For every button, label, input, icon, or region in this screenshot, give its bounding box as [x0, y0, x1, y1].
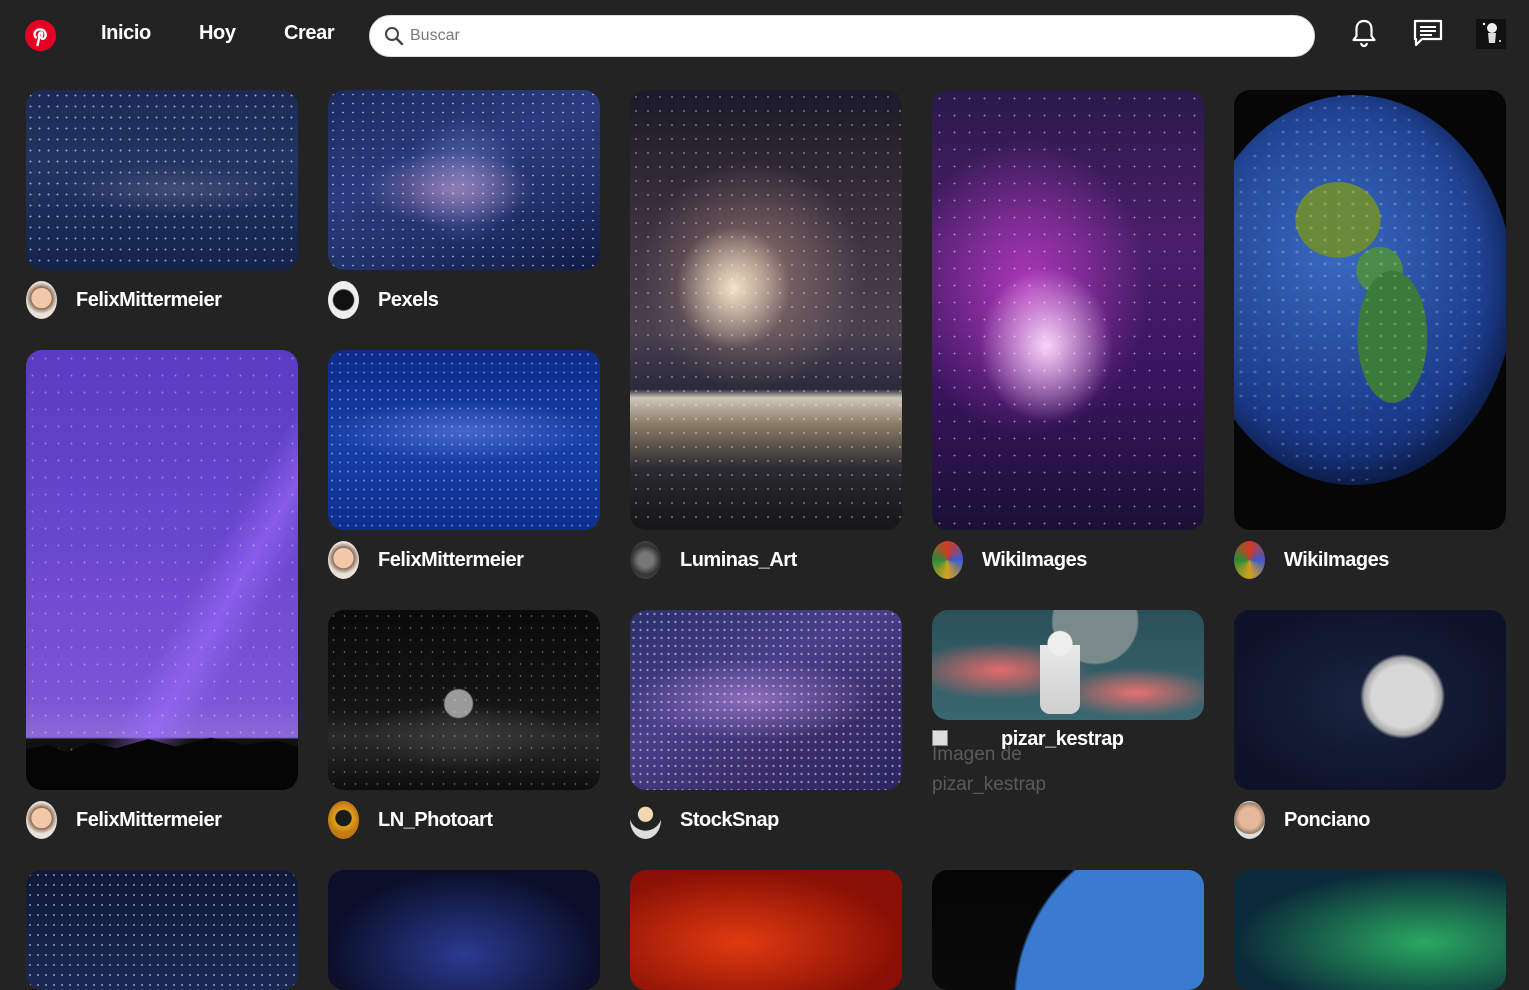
pin-card[interactable]: Imagen de pizar_kestrap pizar_kestrap	[932, 610, 1204, 795]
pin-image-milky-way[interactable]	[328, 90, 600, 270]
pin-author[interactable]: pizar_kestrap	[1001, 728, 1124, 751]
pin-author[interactable]: WikiImages	[1284, 549, 1389, 572]
user-avatar-luminas-art[interactable]	[630, 541, 661, 579]
pin-card[interactable]: FelixMittermeier	[26, 90, 298, 319]
pin-image-red-nebula[interactable]	[630, 870, 902, 990]
pin-image-earth-edge[interactable]	[932, 870, 1204, 990]
user-avatar-stocksnap[interactable]	[630, 801, 661, 839]
pin-image-starry-sky[interactable]	[26, 90, 298, 270]
pin-card[interactable]	[328, 870, 600, 990]
avatar-icon	[1476, 19, 1506, 49]
nav-inicio[interactable]: Inicio	[101, 22, 151, 45]
search-icon	[385, 27, 404, 46]
pin-author[interactable]: StockSnap	[680, 809, 779, 832]
pin-image-astronaut[interactable]	[932, 610, 1204, 720]
pin-author[interactable]: Pexels	[378, 289, 439, 312]
pin-card[interactable]	[1234, 870, 1506, 990]
pin-card[interactable]: WikiImages	[932, 90, 1204, 579]
bell-icon[interactable]	[1350, 18, 1378, 48]
pin-author[interactable]: FelixMittermeier	[378, 549, 524, 572]
user-avatar-felix[interactable]	[26, 801, 57, 839]
pin-image-purple-nebula[interactable]	[932, 90, 1204, 530]
pin-image-half-moon[interactable]	[1234, 610, 1506, 790]
pin-author[interactable]: Ponciano	[1284, 809, 1371, 832]
user-avatar-felix[interactable]	[328, 541, 359, 579]
pin-image-stars[interactable]	[26, 870, 298, 990]
pin-card[interactable]	[26, 870, 298, 990]
pin-card[interactable]: StockSnap	[630, 610, 902, 839]
pin-image-galaxy-stars[interactable]	[630, 610, 902, 790]
top-bar: Inicio Hoy Crear	[0, 0, 1529, 72]
user-avatar-wikiimages[interactable]	[932, 541, 963, 579]
pin-author[interactable]: WikiImages	[982, 549, 1087, 572]
nav-hoy[interactable]: Hoy	[199, 22, 236, 45]
user-avatar-wikiimages[interactable]	[1234, 541, 1265, 579]
pin-author[interactable]: FelixMittermeier	[76, 809, 222, 832]
pin-image-blue-milky-way[interactable]	[328, 350, 600, 530]
user-avatar-pexels[interactable]	[328, 281, 359, 319]
pin-card[interactable]: WikiImages	[1234, 90, 1506, 579]
pinterest-logo-icon	[25, 20, 56, 51]
pin-card[interactable]: Pexels	[328, 90, 600, 319]
pin-card[interactable]: FelixMittermeier	[26, 350, 298, 839]
pin-image-galaxy-horizon[interactable]	[630, 90, 902, 530]
pin-card[interactable]	[630, 870, 902, 990]
user-avatar-ln-photoart[interactable]	[328, 801, 359, 839]
pin-image-earth[interactable]	[1234, 90, 1506, 530]
pin-image-violet-sky[interactable]	[26, 350, 298, 790]
chat-icon[interactable]	[1412, 18, 1444, 48]
user-avatar-ponciano[interactable]	[1234, 801, 1265, 839]
nav-crear[interactable]: Crear	[284, 22, 335, 45]
pin-card[interactable]: FelixMittermeier	[328, 350, 600, 579]
pin-card[interactable]: Luminas_Art	[630, 90, 902, 579]
search-input[interactable]	[410, 16, 1300, 56]
pin-card[interactable]: Ponciano	[1234, 610, 1506, 839]
search-bar[interactable]	[369, 15, 1315, 57]
pinterest-logo[interactable]	[25, 20, 56, 51]
pin-author[interactable]: Luminas_Art	[680, 549, 797, 572]
pin-author[interactable]: LN_Photoart	[378, 809, 493, 832]
user-avatar[interactable]	[1476, 19, 1506, 49]
pin-image-space[interactable]	[328, 870, 600, 990]
user-avatar-felix[interactable]	[26, 281, 57, 319]
pin-card[interactable]	[932, 870, 1204, 990]
pin-author[interactable]: FelixMittermeier	[76, 289, 222, 312]
pin-image-aurora[interactable]	[1234, 870, 1506, 990]
pin-image-moon-landscape[interactable]	[328, 610, 600, 790]
pin-card[interactable]: LN_Photoart	[328, 610, 600, 839]
